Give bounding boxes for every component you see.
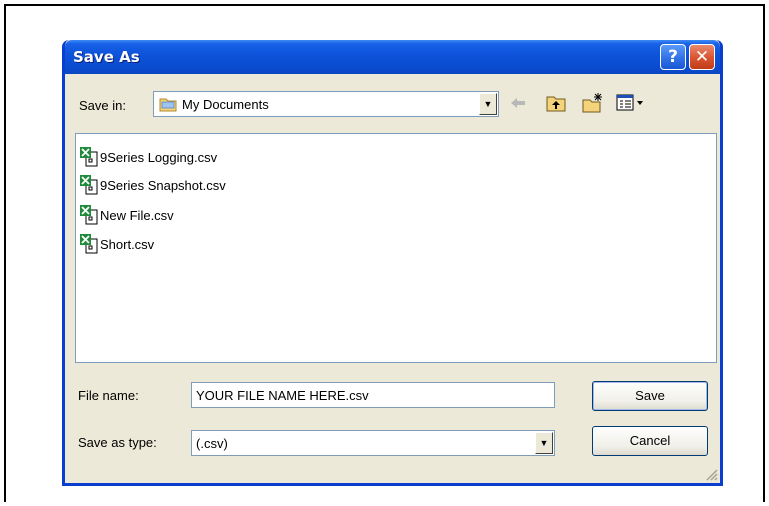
save-button[interactable]: Save bbox=[592, 381, 708, 411]
file-name-input[interactable] bbox=[191, 382, 555, 408]
save-in-label: Save in: bbox=[79, 98, 126, 113]
save-as-dialog: Save As ? ✕ Save in: My Documents ▼ 9Ser… bbox=[62, 40, 723, 486]
save-in-value: My Documents bbox=[182, 97, 269, 112]
back-arrow-icon[interactable] bbox=[507, 92, 529, 114]
file-list-item[interactable]: New File.csv bbox=[80, 204, 174, 226]
folder-icon bbox=[159, 98, 177, 112]
title-bar[interactable]: Save As ? ✕ bbox=[65, 40, 720, 74]
file-name-label: File name: bbox=[78, 388, 139, 403]
excel-csv-icon bbox=[80, 234, 98, 254]
file-name-text: 9Series Snapshot.csv bbox=[100, 177, 226, 193]
file-list-item[interactable]: 9Series Logging.csv bbox=[80, 146, 217, 168]
up-folder-icon[interactable] bbox=[545, 92, 567, 114]
file-name-text: 9Series Logging.csv bbox=[100, 149, 218, 165]
save-in-dropdown-button[interactable]: ▼ bbox=[479, 93, 497, 115]
help-button[interactable]: ? bbox=[660, 44, 686, 70]
excel-csv-icon bbox=[80, 205, 98, 225]
excel-csv-icon bbox=[80, 175, 98, 195]
new-folder-icon[interactable] bbox=[581, 92, 603, 114]
file-list-item[interactable]: 9Series Snapshot.csv bbox=[80, 174, 226, 196]
file-name-text: Short.csv bbox=[100, 236, 155, 252]
excel-csv-icon bbox=[80, 147, 98, 167]
close-button[interactable]: ✕ bbox=[689, 44, 715, 70]
file-list[interactable]: 9Series Logging.csv 9Series Snapshot.csv N… bbox=[75, 133, 717, 363]
cancel-button[interactable]: Cancel bbox=[592, 426, 708, 456]
resize-grip-icon[interactable] bbox=[704, 467, 718, 481]
save-in-dropdown[interactable]: My Documents ▼ bbox=[153, 91, 499, 117]
dialog-title: Save As bbox=[73, 48, 140, 66]
save-as-type-dropdown-button[interactable]: ▼ bbox=[535, 432, 553, 454]
save-as-type-label: Save as type: bbox=[78, 435, 157, 450]
save-as-type-dropdown[interactable]: (.csv) ▼ bbox=[191, 430, 555, 456]
file-list-item[interactable]: Short.csv bbox=[80, 233, 154, 255]
file-name-text: New File.csv bbox=[100, 207, 174, 223]
save-as-type-value: (.csv) bbox=[196, 436, 228, 451]
views-menu-icon[interactable] bbox=[615, 92, 647, 114]
